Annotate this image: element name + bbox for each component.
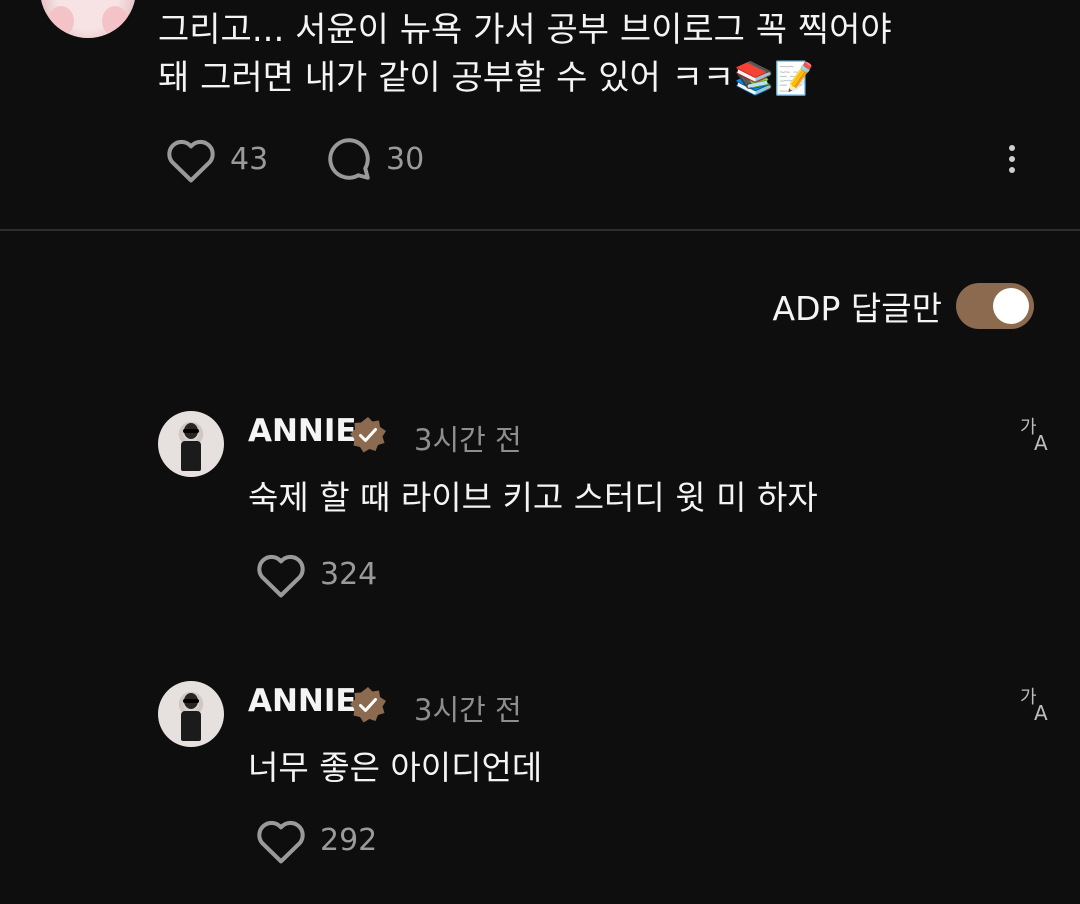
section-divider	[0, 229, 1080, 231]
translate-icon[interactable]: 가 A	[1018, 413, 1058, 453]
more-options-button[interactable]	[1002, 140, 1022, 180]
post-like-count: 43	[230, 141, 269, 177]
verified-badge-icon	[350, 417, 386, 453]
heart-outline-icon	[257, 554, 305, 598]
heart-outline-icon	[257, 820, 305, 864]
svg-text:A: A	[1034, 431, 1048, 453]
heart-outline-icon	[167, 139, 215, 183]
books-emoji: 📚	[734, 59, 774, 97]
post-body: 그리고... 서윤이 뉴욕 가서 공부 브이로그 꼭 찍어야 돼 그러면 내가 …	[158, 6, 1058, 102]
post-author-avatar[interactable]	[40, 0, 136, 38]
reply-item: ANNIE 3시간 전 가 A 너무 좋은 아이디언데 292	[158, 681, 1058, 871]
filter-label: ADP 답글만	[772, 289, 942, 328]
verified-badge-icon	[350, 687, 386, 723]
svg-text:A: A	[1034, 701, 1048, 723]
reply-text: 숙제 할 때 라이브 키고 스터디 윗 미 하자	[248, 478, 818, 517]
post-comment-button[interactable]: 30	[324, 134, 424, 184]
post-comment-count: 30	[386, 141, 425, 177]
translate-icon[interactable]: 가 A	[1018, 683, 1058, 723]
artist-replies-filter: ADP 답글만	[773, 282, 1034, 330]
reply-timestamp: 3시간 전	[414, 693, 522, 727]
post-text-line-2: 돼 그러면 내가 같이 공부할 수 있어 ㅋㅋ📚📝	[158, 54, 1058, 102]
post-like-button[interactable]: 43	[164, 134, 268, 184]
reply-author-avatar[interactable]	[158, 681, 224, 747]
reply-author-avatar[interactable]	[158, 411, 224, 477]
more-vertical-icon	[1009, 145, 1015, 173]
reply-timestamp: 3시간 전	[414, 423, 522, 457]
reply-like-count: 292	[320, 822, 378, 858]
memo-emoji: 📝	[773, 59, 814, 97]
reply-author-name[interactable]: ANNIE	[248, 683, 357, 719]
filter-toggle[interactable]	[956, 283, 1034, 329]
reply-item: ANNIE 3시간 전 가 A 숙제 할 때 라이브 키고 스터디 윗 미 하자…	[158, 411, 1058, 601]
reply-like-button[interactable]: 292	[254, 815, 377, 865]
speech-bubble-icon	[328, 138, 370, 180]
post-text-line-2-text: 돼 그러면 내가 같이 공부할 수 있어 ㅋㅋ	[158, 58, 735, 98]
reply-text: 너무 좋은 아이디언데	[248, 748, 543, 787]
post-text-line-1: 그리고... 서윤이 뉴욕 가서 공부 브이로그 꼭 찍어야	[158, 10, 892, 50]
reply-like-count: 324	[320, 556, 378, 592]
reply-like-button[interactable]: 324	[254, 549, 377, 599]
toggle-knob	[993, 288, 1029, 324]
reply-author-name[interactable]: ANNIE	[248, 413, 357, 449]
